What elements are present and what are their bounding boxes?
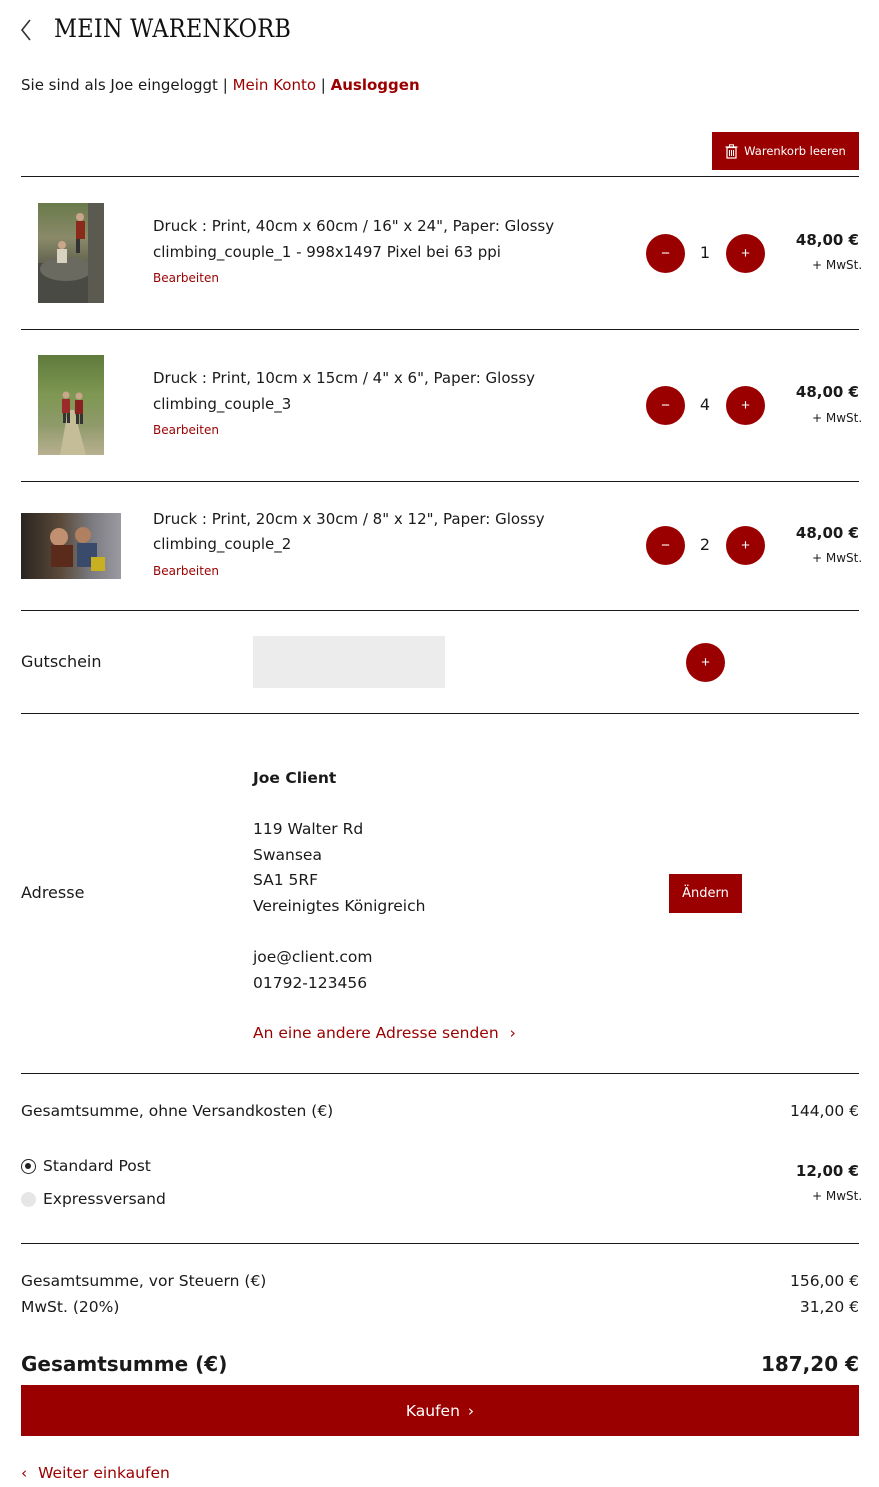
increase-quantity-button[interactable]: +: [726, 526, 765, 565]
voucher-label: Gutschein: [21, 652, 102, 671]
vat-label: MwSt. (20%): [21, 1298, 120, 1316]
increase-quantity-button[interactable]: +: [726, 234, 765, 273]
divider: [21, 1073, 859, 1074]
address-country: Vereinigtes Königreich: [253, 897, 426, 915]
separator: |: [320, 76, 326, 94]
logout-link[interactable]: Ausloggen: [331, 76, 420, 94]
my-account-link[interactable]: Mein Konto: [233, 76, 316, 94]
decrease-quantity-button[interactable]: −: [646, 386, 685, 425]
address-street: 119 Walter Rd: [253, 820, 364, 838]
shipping-option-label[interactable]: Standard Post: [43, 1157, 151, 1175]
clear-cart-button[interactable]: Warenkorb leeren: [712, 132, 859, 170]
item-price: 48,00 €: [795, 524, 859, 542]
alternate-address-label: An eine andere Adresse senden: [253, 1024, 499, 1042]
chevron-right-icon: ›: [467, 1401, 475, 1420]
address-city: Swansea: [253, 846, 322, 864]
pretax-value: 156,00 €: [789, 1272, 859, 1290]
grand-total-label: Gesamtsumme (€): [21, 1352, 228, 1376]
login-status: Sie sind als Joe eingeloggt | Mein Konto…: [21, 76, 420, 94]
continue-shopping-label: Weiter einkaufen: [38, 1464, 170, 1482]
address-phone: 01792-123456: [253, 974, 368, 992]
add-voucher-button[interactable]: +: [686, 643, 725, 682]
shipping-price: 12,00 €: [795, 1162, 859, 1180]
chevron-left-icon: ‹: [21, 1464, 28, 1482]
divider: [21, 481, 859, 482]
shipping-radio-standard[interactable]: [21, 1159, 36, 1174]
product-thumbnail[interactable]: [38, 355, 104, 455]
subtotal-label: Gesamtsumme, ohne Versandkosten (€): [21, 1102, 334, 1120]
divider: [21, 176, 859, 177]
item-price: 48,00 €: [795, 383, 859, 401]
shipping-option-label[interactable]: Expressversand: [43, 1190, 166, 1208]
item-price: 48,00 €: [795, 231, 859, 249]
buy-label: Kaufen: [405, 1401, 460, 1420]
address-name: Joe Client: [253, 769, 337, 787]
item-filename: climbing_couple_1 - 998x1497 Pixel bei 6…: [153, 243, 501, 261]
decrease-quantity-button[interactable]: −: [646, 526, 685, 565]
product-thumbnail[interactable]: [38, 203, 104, 303]
vat-note: + MwSt.: [812, 551, 863, 565]
shipping-radio-express[interactable]: [21, 1192, 36, 1207]
address-label: Adresse: [21, 883, 85, 902]
page-title: MEIN WARENKORB: [54, 14, 292, 43]
clear-cart-label: Warenkorb leeren: [744, 144, 846, 158]
subtotal-value: 144,00 €: [789, 1102, 859, 1120]
vat-note: + MwSt.: [812, 411, 863, 425]
pretax-label: Gesamtsumme, vor Steuern (€): [21, 1272, 267, 1290]
divider: [21, 610, 859, 611]
divider: [21, 713, 859, 714]
increase-quantity-button[interactable]: +: [726, 386, 765, 425]
vat-note: + MwSt.: [812, 258, 863, 272]
product-thumbnail[interactable]: [21, 513, 121, 579]
item-quantity: 2: [699, 535, 711, 554]
address-email: joe@client.com: [253, 948, 373, 966]
edit-item-link[interactable]: Bearbeiten: [153, 271, 219, 285]
vat-note: + MwSt.: [812, 1189, 863, 1203]
item-description: Druck : Print, 10cm x 15cm / 4" x 6", Pa…: [153, 369, 536, 387]
decrease-quantity-button[interactable]: −: [646, 234, 685, 273]
item-quantity: 4: [699, 395, 711, 414]
vat-value: 31,20 €: [799, 1298, 859, 1316]
edit-item-link[interactable]: Bearbeiten: [153, 423, 219, 437]
item-filename: climbing_couple_2: [153, 535, 292, 553]
divider: [21, 329, 859, 330]
change-address-button[interactable]: Ändern: [669, 874, 742, 913]
back-arrow-icon[interactable]: [16, 16, 38, 44]
chevron-right-icon: ›: [509, 1024, 516, 1042]
edit-item-link[interactable]: Bearbeiten: [153, 564, 219, 578]
item-quantity: 1: [699, 243, 711, 262]
divider: [21, 1243, 859, 1244]
alternate-address-link[interactable]: An eine andere Adresse senden ›: [253, 1024, 516, 1042]
continue-shopping-link[interactable]: ‹ Weiter einkaufen: [21, 1464, 170, 1482]
address-postcode: SA1 5RF: [253, 871, 319, 889]
item-filename: climbing_couple_3: [153, 395, 292, 413]
voucher-input[interactable]: [253, 636, 445, 688]
login-text: Sie sind als Joe eingeloggt: [21, 76, 218, 94]
trash-icon: [725, 143, 738, 159]
item-description: Druck : Print, 40cm x 60cm / 16" x 24", …: [153, 217, 555, 235]
buy-button[interactable]: Kaufen ›: [21, 1385, 859, 1436]
grand-total-value: 187,20 €: [760, 1352, 859, 1376]
item-description: Druck : Print, 20cm x 30cm / 8" x 12", P…: [153, 510, 545, 528]
separator: |: [222, 76, 228, 94]
